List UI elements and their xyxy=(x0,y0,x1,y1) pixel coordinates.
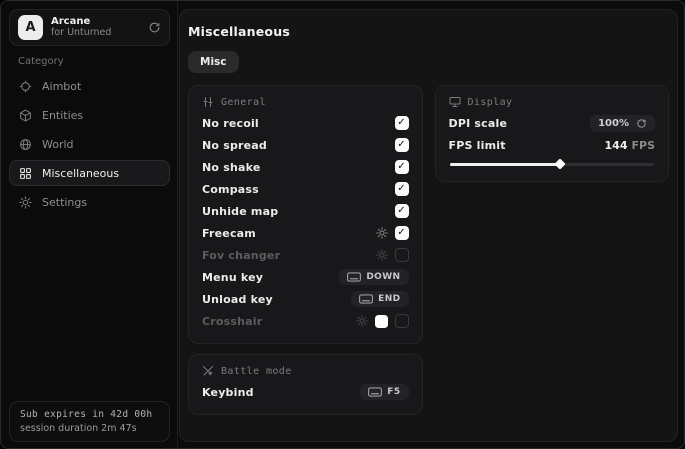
freecam-checkbox[interactable] xyxy=(395,226,409,240)
crosshair-checkbox[interactable] xyxy=(395,314,409,328)
row-label: Compass xyxy=(202,183,259,196)
brand-text: Arcane for Unturned xyxy=(51,16,140,38)
menu-key-binding[interactable]: DOWN xyxy=(339,269,408,285)
general-card-header: General xyxy=(202,96,409,108)
row-fov-changer: Fov changer xyxy=(202,244,409,266)
sidebar-item-label: Settings xyxy=(42,196,87,209)
fps-slider-thumb[interactable] xyxy=(554,158,565,169)
dpi-scale-control[interactable]: 100% xyxy=(590,115,655,132)
category-label: Category xyxy=(18,56,64,67)
fps-slider-fill xyxy=(450,163,560,166)
avatar: A xyxy=(18,15,43,40)
row-no-shake: No shake xyxy=(202,156,409,178)
brand-card: A Arcane for Unturned xyxy=(9,9,170,46)
row-label: Unload key xyxy=(202,293,273,306)
no-recoil-checkbox[interactable] xyxy=(395,116,409,130)
row-label: Crosshair xyxy=(202,315,262,328)
keyboard-icon xyxy=(359,294,373,304)
row-label: FPS limit xyxy=(449,139,506,152)
sidebar-item-settings[interactable]: Settings xyxy=(9,189,170,215)
row-label: DPI scale xyxy=(449,117,508,130)
row-label: Menu key xyxy=(202,271,263,284)
no-shake-checkbox[interactable] xyxy=(395,160,409,174)
fov-changer-checkbox[interactable] xyxy=(395,248,409,262)
row-freecam: Freecam xyxy=(202,222,409,244)
compass-checkbox[interactable] xyxy=(395,182,409,196)
keyboard-icon xyxy=(368,387,382,397)
battle-mode-card: Battle mode Keybind F5 xyxy=(188,354,423,415)
sidebar-item-miscellaneous[interactable]: Miscellaneous xyxy=(9,160,170,186)
no-spread-checkbox[interactable] xyxy=(395,138,409,152)
battle-keybind-value: F5 xyxy=(387,387,400,397)
row-crosshair: Crosshair xyxy=(202,310,409,332)
fps-number: 144 xyxy=(605,139,628,152)
row-no-spread: No spread xyxy=(202,134,409,156)
page-title: Miscellaneous xyxy=(188,24,669,39)
row-label: Keybind xyxy=(202,386,254,399)
row-label: No spread xyxy=(202,139,267,152)
unhide-map-checkbox[interactable] xyxy=(395,204,409,218)
fps-limit-value: 144 FPS xyxy=(605,139,655,152)
session-duration-text: session duration 2m 47s xyxy=(20,423,159,434)
sub-expiry-text: Sub expires in 42d 00h xyxy=(20,409,159,420)
freecam-gear-icon[interactable] xyxy=(376,227,388,239)
row-no-recoil: No recoil xyxy=(202,112,409,134)
row-dpi-scale: DPI scale 100% xyxy=(449,112,656,134)
row-label: Unhide map xyxy=(202,205,278,218)
sidebar-item-label: Miscellaneous xyxy=(42,167,119,180)
sync-icon[interactable] xyxy=(148,21,161,34)
crosshair-icon xyxy=(19,80,32,93)
unload-key-value: END xyxy=(378,294,400,304)
row-label: Fov changer xyxy=(202,249,280,262)
cube-icon xyxy=(19,109,32,122)
subscription-status: Sub expires in 42d 00h session duration … xyxy=(9,401,170,442)
row-label: No recoil xyxy=(202,117,259,130)
battle-keybind-binding[interactable]: F5 xyxy=(360,384,408,400)
sidebar-item-world[interactable]: World xyxy=(9,131,170,157)
display-card: Display DPI scale 100% xyxy=(435,85,670,182)
row-label: Freecam xyxy=(202,227,256,240)
keyboard-icon xyxy=(347,272,361,282)
general-card-title: General xyxy=(221,97,266,108)
swords-icon xyxy=(202,365,214,377)
battle-mode-card-header: Battle mode xyxy=(202,365,409,377)
globe-icon xyxy=(19,138,32,151)
sliders-icon xyxy=(202,96,214,108)
row-fps-limit: FPS limit 144 FPS xyxy=(449,134,656,156)
sidebar-item-label: World xyxy=(42,138,74,151)
refresh-icon[interactable] xyxy=(636,118,647,129)
monitor-icon xyxy=(449,96,461,108)
battle-mode-card-title: Battle mode xyxy=(221,366,292,377)
tab-misc[interactable]: Misc xyxy=(188,51,239,73)
sidebar-item-label: Aimbot xyxy=(42,80,81,93)
row-compass: Compass xyxy=(202,178,409,200)
fps-unit: FPS xyxy=(632,139,656,152)
brand-subtitle: for Unturned xyxy=(51,28,140,39)
sidebar-item-label: Entities xyxy=(42,109,83,122)
row-label: No shake xyxy=(202,161,260,174)
row-menu-key: Menu key DOWN xyxy=(202,266,409,288)
row-unload-key: Unload key END xyxy=(202,288,409,310)
menu-key-value: DOWN xyxy=(366,272,400,282)
crosshair-gear-icon[interactable] xyxy=(356,315,368,327)
unload-key-binding[interactable]: END xyxy=(351,291,408,307)
fps-limit-slider[interactable] xyxy=(450,163,655,166)
row-unhide-map: Unhide map xyxy=(202,200,409,222)
sidebar-nav: Aimbot Entities World xyxy=(9,73,170,218)
main-panel: Miscellaneous Misc General xyxy=(179,9,678,442)
display-card-title: Display xyxy=(468,97,513,108)
sidebar: A Arcane for Unturned Category Aimbot xyxy=(1,1,178,448)
gear-icon xyxy=(19,196,32,209)
app-window: A Arcane for Unturned Category Aimbot xyxy=(0,0,685,449)
sidebar-item-entities[interactable]: Entities xyxy=(9,102,170,128)
grid-icon xyxy=(19,167,32,180)
display-card-header: Display xyxy=(449,96,656,108)
row-keybind: Keybind F5 xyxy=(202,381,409,403)
tab-bar: Misc xyxy=(188,51,669,73)
dpi-scale-value: 100% xyxy=(598,118,629,129)
general-card: General No recoil No spread No shake xyxy=(188,85,423,344)
fov-changer-gear-icon[interactable] xyxy=(376,249,388,261)
crosshair-color-swatch[interactable] xyxy=(375,315,388,328)
sidebar-item-aimbot[interactable]: Aimbot xyxy=(9,73,170,99)
